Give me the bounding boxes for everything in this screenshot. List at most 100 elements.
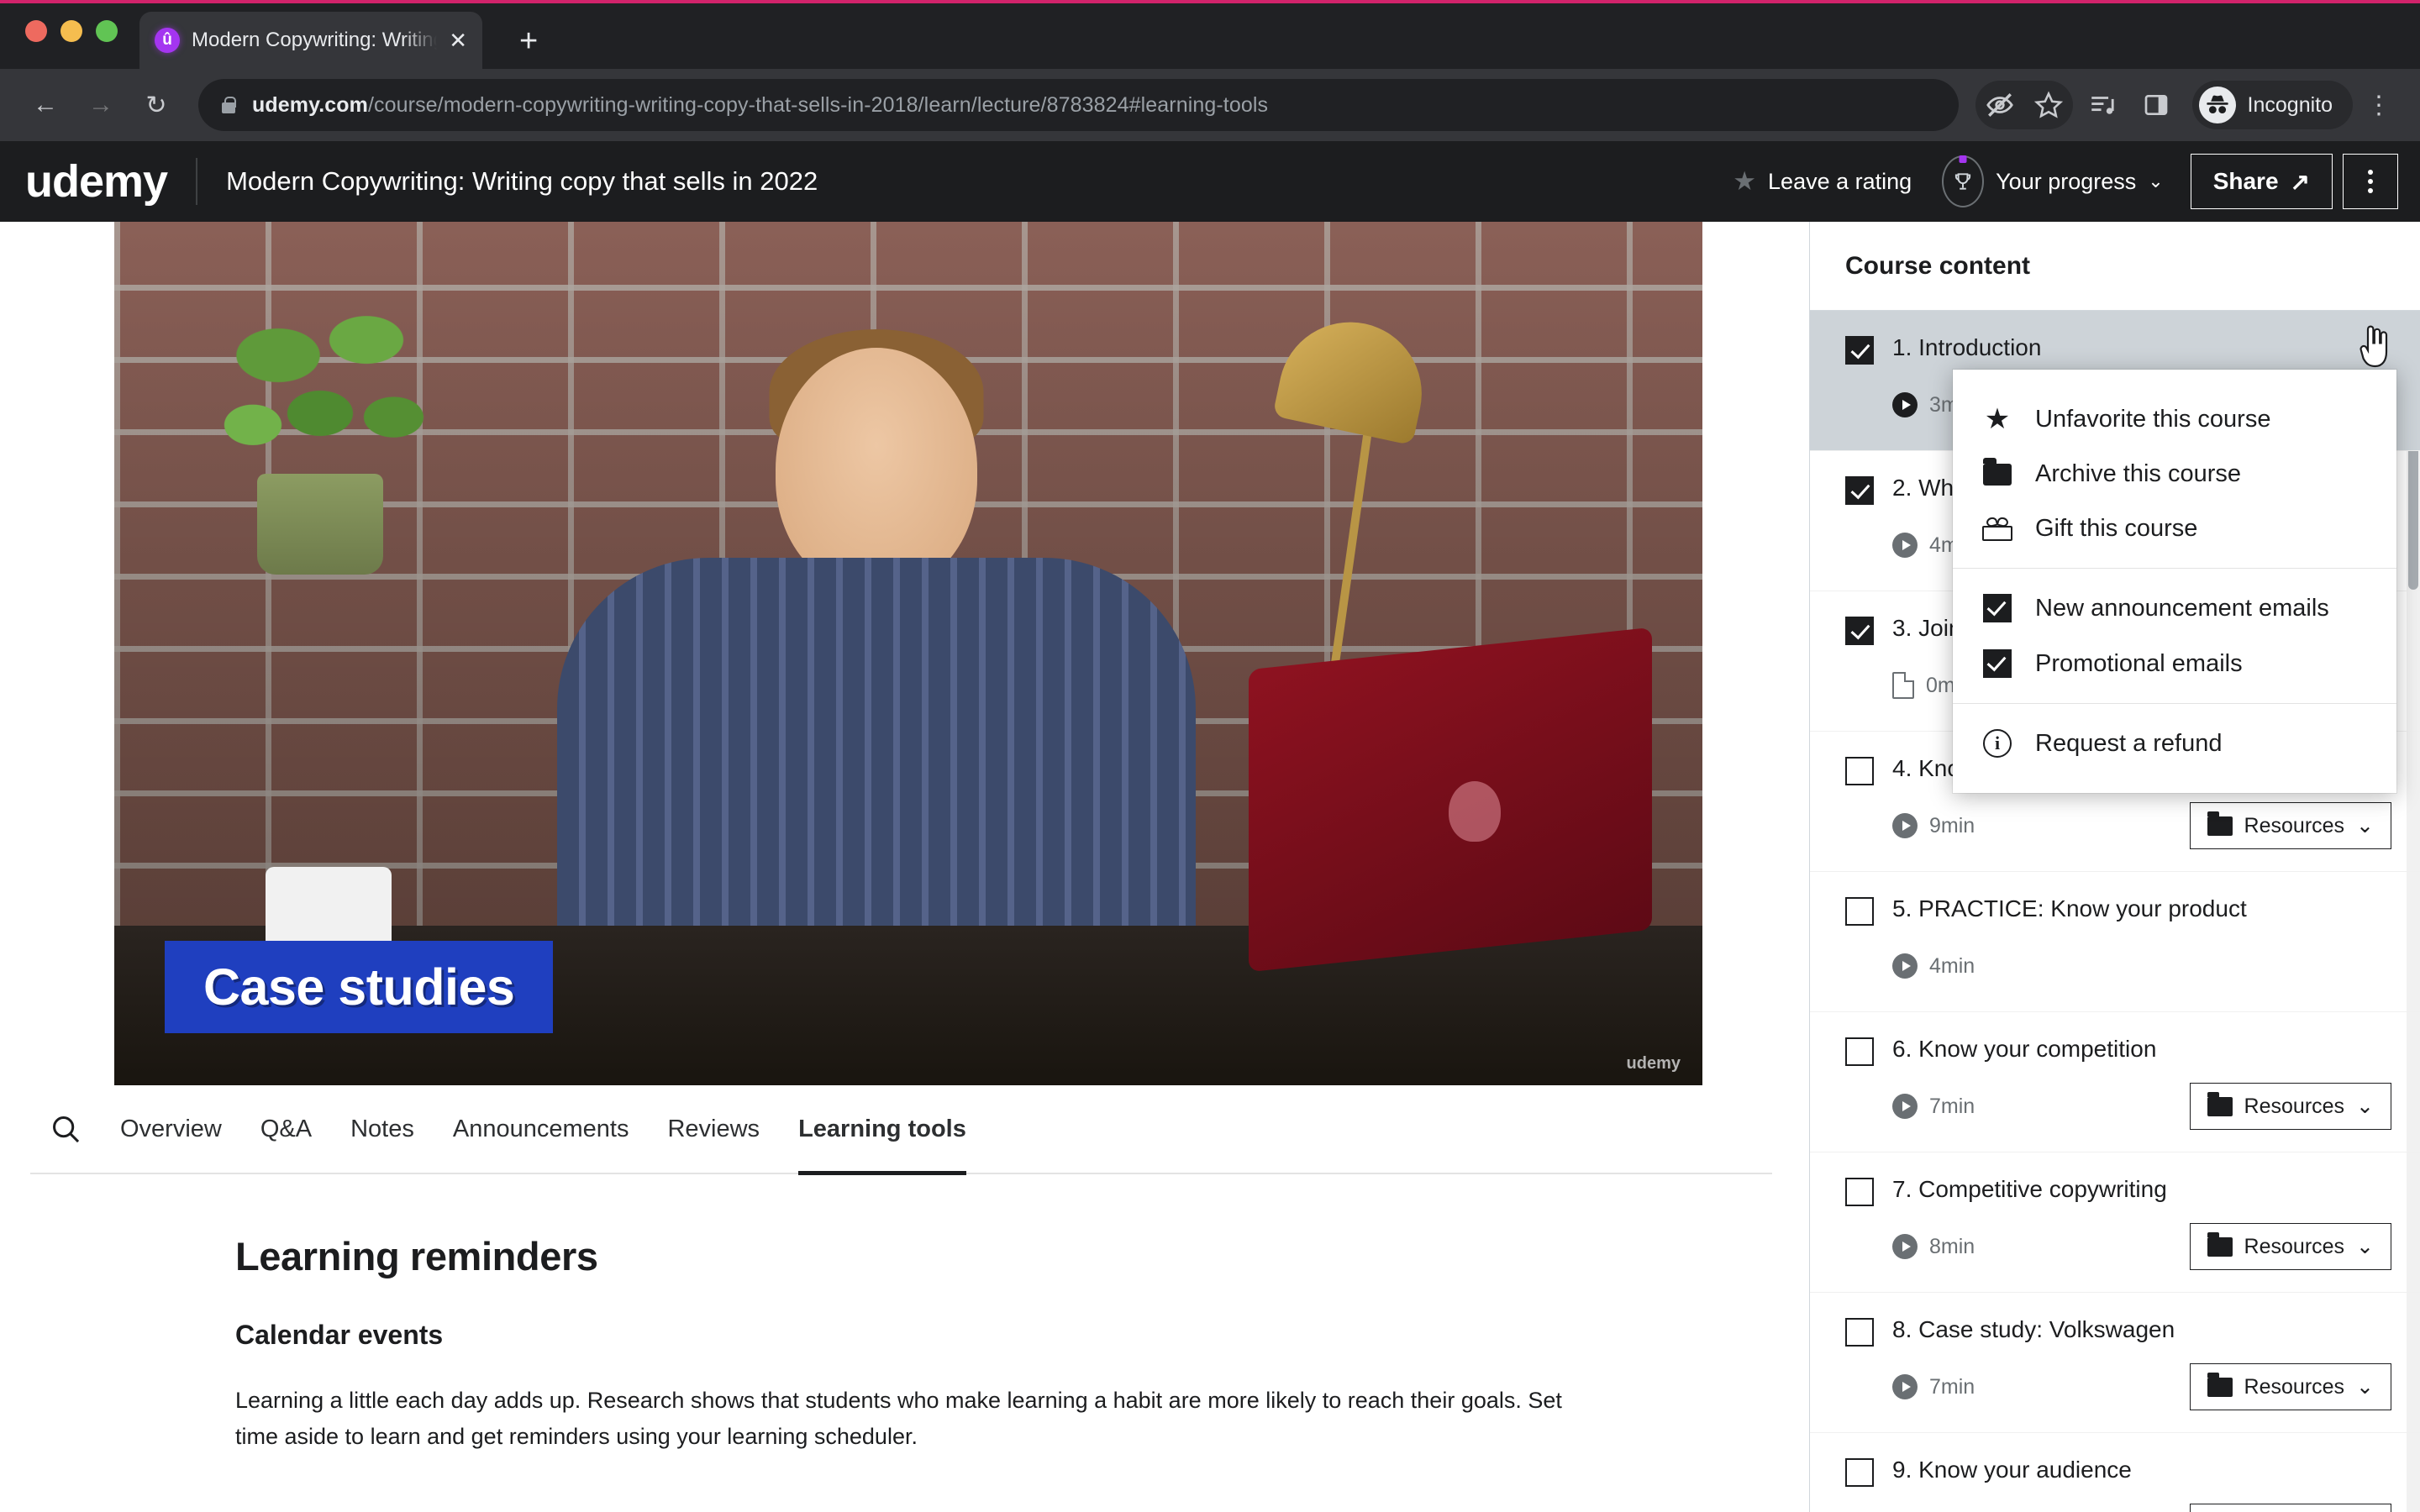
checkbox-shape[interactable] <box>1983 649 2012 678</box>
resources-button[interactable]: Resources⌄ <box>2189 1363 2391 1410</box>
gift-icon <box>1981 516 2013 541</box>
dropdown-item-label: Request a refund <box>2035 729 2223 757</box>
checkbox-shape[interactable] <box>1983 594 2012 622</box>
star-icon: ★ <box>1733 166 1757 196</box>
chevron-down-icon: ⌄ <box>2356 1095 2374 1118</box>
video-watermark: udemy <box>1626 1054 1681 1073</box>
url-path: /course/modern-copywriting-writing-copy-… <box>367 92 1269 117</box>
course-more-options-button[interactable] <box>2343 154 2398 209</box>
new-tab-button[interactable]: + <box>519 25 538 69</box>
back-button[interactable]: ← <box>20 80 71 130</box>
dropdown-item[interactable]: ★ Unfavorite this course <box>1953 391 2396 447</box>
search-icon[interactable] <box>30 1113 101 1145</box>
tab-reviews[interactable]: Reviews <box>648 1084 779 1173</box>
minimize-window-button[interactable] <box>60 20 82 42</box>
dropdown-item[interactable]: i Request a refund <box>1953 716 2396 771</box>
lecture-meta: 8min <box>1892 1234 1975 1259</box>
maximize-window-button[interactable] <box>96 20 118 42</box>
incognito-avatar-icon <box>2198 87 2236 123</box>
browser-window: û Modern Copywriting: Writing c ✕ + ← → … <box>0 0 2420 1512</box>
forward-button[interactable]: → <box>76 80 126 130</box>
dropdown-item[interactable]: Gift this course <box>1953 501 2396 556</box>
checkbox-unchecked-icon[interactable] <box>1845 1178 1874 1206</box>
resources-button[interactable]: Resources⌄ <box>2189 1223 2391 1270</box>
checkbox-checked-icon[interactable] <box>1845 476 1874 505</box>
sidebar-lecture-item[interactable]: 5. PRACTICE: Know your product 4min <box>1810 872 2420 1012</box>
browser-tab[interactable]: û Modern Copywriting: Writing c ✕ <box>139 12 482 69</box>
bookmark-star-icon[interactable] <box>2024 81 2073 129</box>
share-label: Share <box>2212 168 2279 194</box>
lock-icon <box>220 95 237 115</box>
resources-label: Resources <box>2244 1234 2345 1258</box>
gift-shape <box>1982 516 2012 541</box>
lecture-meta: 4min <box>1892 953 1975 979</box>
browser-menu-button[interactable]: ⋮ <box>2358 91 2400 120</box>
checkbox-unchecked-icon[interactable] <box>1845 1318 1874 1347</box>
your-progress-label: Your progress <box>1996 168 2137 194</box>
tab-qa[interactable]: Q&A <box>241 1084 331 1173</box>
address-bar[interactable]: udemy.com/course/modern-copywriting-writ… <box>198 79 1959 131</box>
leave-a-rating-button[interactable]: ★ Leave a rating <box>1718 155 1927 208</box>
lecture-row-meta: 7min Resources ⌄ <box>1845 1083 2391 1130</box>
tab-overview[interactable]: Overview <box>101 1084 241 1173</box>
reload-button[interactable]: ↻ <box>131 80 182 130</box>
resources-label: Resources <box>2244 1094 2345 1118</box>
lecture-row-title: 7. Competitive copywriting <box>1845 1174 2391 1206</box>
close-tab-icon[interactable]: ✕ <box>449 29 467 51</box>
lecture-duration: 7min <box>1929 1094 1975 1118</box>
your-progress-button[interactable]: Your progress ⌄ <box>1927 155 2179 208</box>
udemy-page: udemy Modern Copywriting: Writing copy t… <box>0 141 2420 1512</box>
tab-notes[interactable]: Notes <box>331 1084 434 1173</box>
lecture-row-meta: 4min <box>1845 942 2391 990</box>
udemy-logo[interactable]: udemy <box>25 155 168 207</box>
side-panel-icon[interactable] <box>2132 81 2181 129</box>
checkbox-unchecked-icon[interactable] <box>1845 757 1874 785</box>
plant-prop <box>215 297 425 491</box>
window-controls <box>25 0 118 69</box>
tab-announcements[interactable]: Announcements <box>434 1084 649 1173</box>
checkbox-unchecked-icon[interactable] <box>1845 1037 1874 1066</box>
lecture-row-meta: 9minResources⌄ <box>1845 1504 2391 1512</box>
subsection-heading: Calendar events <box>235 1320 444 1350</box>
checkbox-checked-icon <box>1981 594 2013 622</box>
tab-learning-tools[interactable]: Learning tools <box>779 1084 986 1175</box>
udemy-favicon-icon: û <box>155 28 180 53</box>
lecture-title: 7. Competitive copywriting <box>1892 1176 2167 1202</box>
checkbox-checked-icon[interactable] <box>1845 617 1874 645</box>
resources-label: Resources <box>2244 1374 2345 1399</box>
lecture-row-meta: 9min Resources⌄ <box>1845 802 2391 849</box>
tab-title: Modern Copywriting: Writing c <box>192 29 438 51</box>
resources-button[interactable]: Resources ⌄ <box>2189 1083 2391 1130</box>
star-glyph: ★ <box>1984 403 2011 435</box>
dropdown-item[interactable]: New announcement emails <box>1953 580 2396 636</box>
media-list-icon[interactable] <box>2078 81 2127 129</box>
header-divider <box>196 158 198 205</box>
lecture-meta: 9min <box>1892 813 1975 838</box>
sidebar-lecture-item[interactable]: 8. Case study: Volkswagen 7min Resources ⌄ <box>1810 1293 2420 1433</box>
laptop-logo <box>1449 781 1501 842</box>
video-player[interactable]: Case studies udemy <box>114 222 1702 1085</box>
lecture-row-meta: 8min Resources ⌄ <box>1845 1223 2391 1270</box>
dropdown-item[interactable]: Promotional emails <box>1953 636 2396 691</box>
share-button[interactable]: Share ↗ <box>2190 154 2333 209</box>
play-icon <box>1892 1234 1918 1259</box>
resources-button[interactable]: Resources⌄ <box>2189 802 2391 849</box>
checkbox-unchecked-icon[interactable] <box>1845 1458 1874 1487</box>
lecture-row-meta: 7min Resources ⌄ <box>1845 1363 2391 1410</box>
lecture-title: 8. Case study: Volkswagen <box>1892 1316 2175 1342</box>
play-icon <box>1892 953 1918 979</box>
sidebar-lecture-item[interactable]: 7. Competitive copywriting 8min Resources ⌄ <box>1810 1152 2420 1293</box>
section-paragraph: Learning a little each day adds up. Rese… <box>235 1388 1562 1449</box>
resources-button[interactable]: Resources⌄ <box>2189 1504 2391 1512</box>
checkbox-unchecked-icon[interactable] <box>1845 897 1874 926</box>
profile-incognito-button[interactable]: Incognito <box>2191 81 2353 129</box>
sidebar-lecture-item[interactable]: 9. Know your audience 9minResources⌄ <box>1810 1433 2420 1512</box>
checkbox-checked-icon[interactable] <box>1845 336 1874 365</box>
lecture-title: 5. PRACTICE: Know your product <box>1892 895 2247 921</box>
close-window-button[interactable] <box>25 20 47 42</box>
folder-icon <box>1981 457 2013 486</box>
sidebar-lecture-item[interactable]: 6. Know your competition 7min Resources ⌄ <box>1810 1012 2420 1152</box>
dropdown-item[interactable]: Archive this course <box>1953 447 2396 501</box>
dropdown-item-label: Gift this course <box>2035 515 2198 542</box>
eye-slash-icon[interactable] <box>1975 81 2024 129</box>
